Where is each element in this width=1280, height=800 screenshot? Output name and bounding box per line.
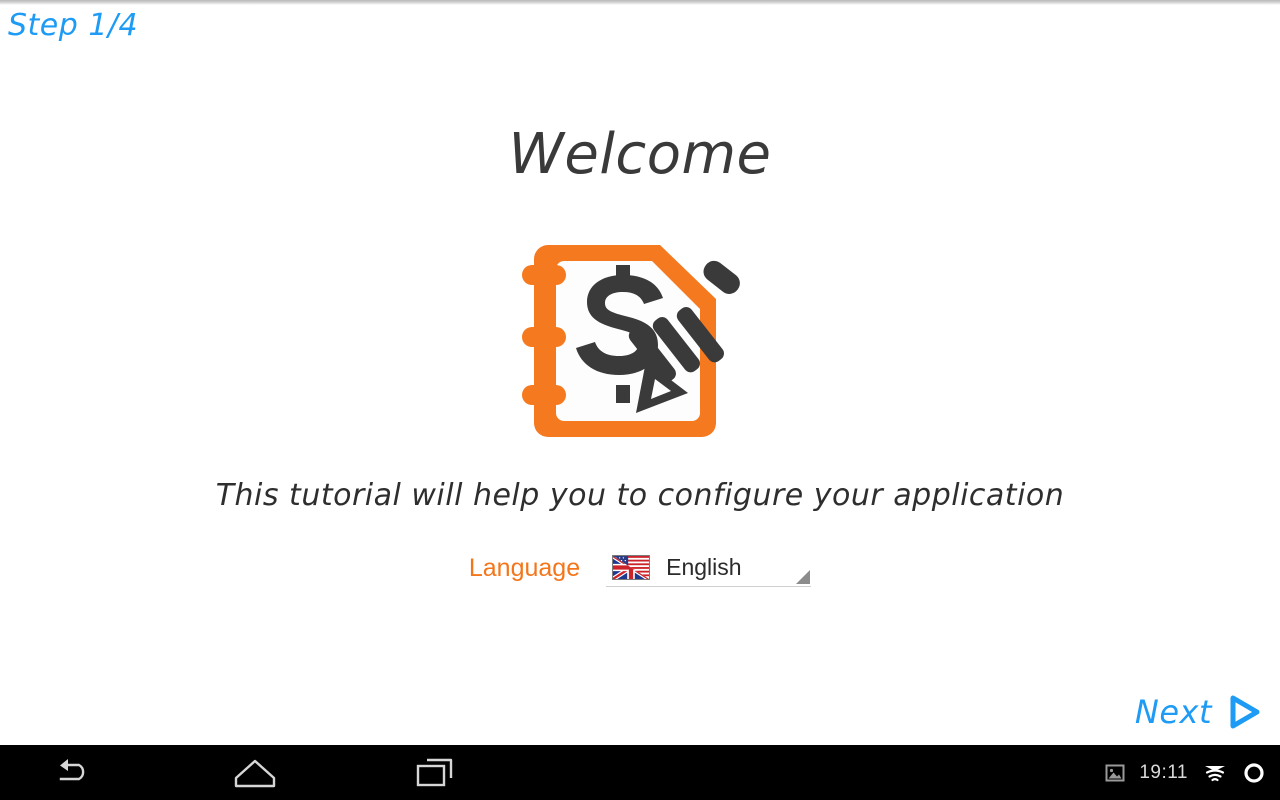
tutorial-subtitle: This tutorial will help you to configure…	[215, 478, 1065, 513]
language-spinner[interactable]: English	[606, 549, 812, 587]
status-bar-clock: 19:11	[1139, 761, 1188, 783]
nav-home-button[interactable]	[200, 745, 310, 800]
notebook-dollar-pencil-logo	[522, 245, 740, 437]
android-navigation-bar: 19:11	[0, 745, 1280, 800]
image-icon	[1105, 763, 1125, 783]
nav-back-button[interactable]	[20, 745, 130, 800]
step-indicator: Step 1/4	[8, 8, 139, 43]
status-bar-right: 19:11	[1105, 745, 1266, 800]
battery-circle-icon	[1242, 761, 1266, 785]
language-selected-value: English	[666, 554, 742, 580]
back-arrow-icon	[55, 757, 95, 789]
spinner-caret-icon	[796, 570, 811, 584]
uk-us-flag-icon	[612, 555, 651, 580]
next-button-label: Next	[1134, 693, 1212, 731]
app-logo	[520, 227, 760, 455]
home-icon	[232, 756, 278, 790]
app-screen: Step 1/4 Welcome This tutorial will help…	[0, 0, 1280, 800]
nav-recents-button[interactable]	[380, 745, 490, 800]
tutorial-screen: Step 1/4 Welcome This tutorial will help…	[0, 5, 1280, 745]
play-triangle-icon	[1222, 691, 1264, 733]
page-title: Welcome	[508, 122, 772, 187]
next-button[interactable]: Next	[1135, 691, 1264, 733]
wifi-icon	[1202, 761, 1228, 785]
recents-icon	[414, 756, 456, 790]
language-row: Language English	[0, 549, 1280, 587]
language-label: Language	[468, 554, 581, 582]
